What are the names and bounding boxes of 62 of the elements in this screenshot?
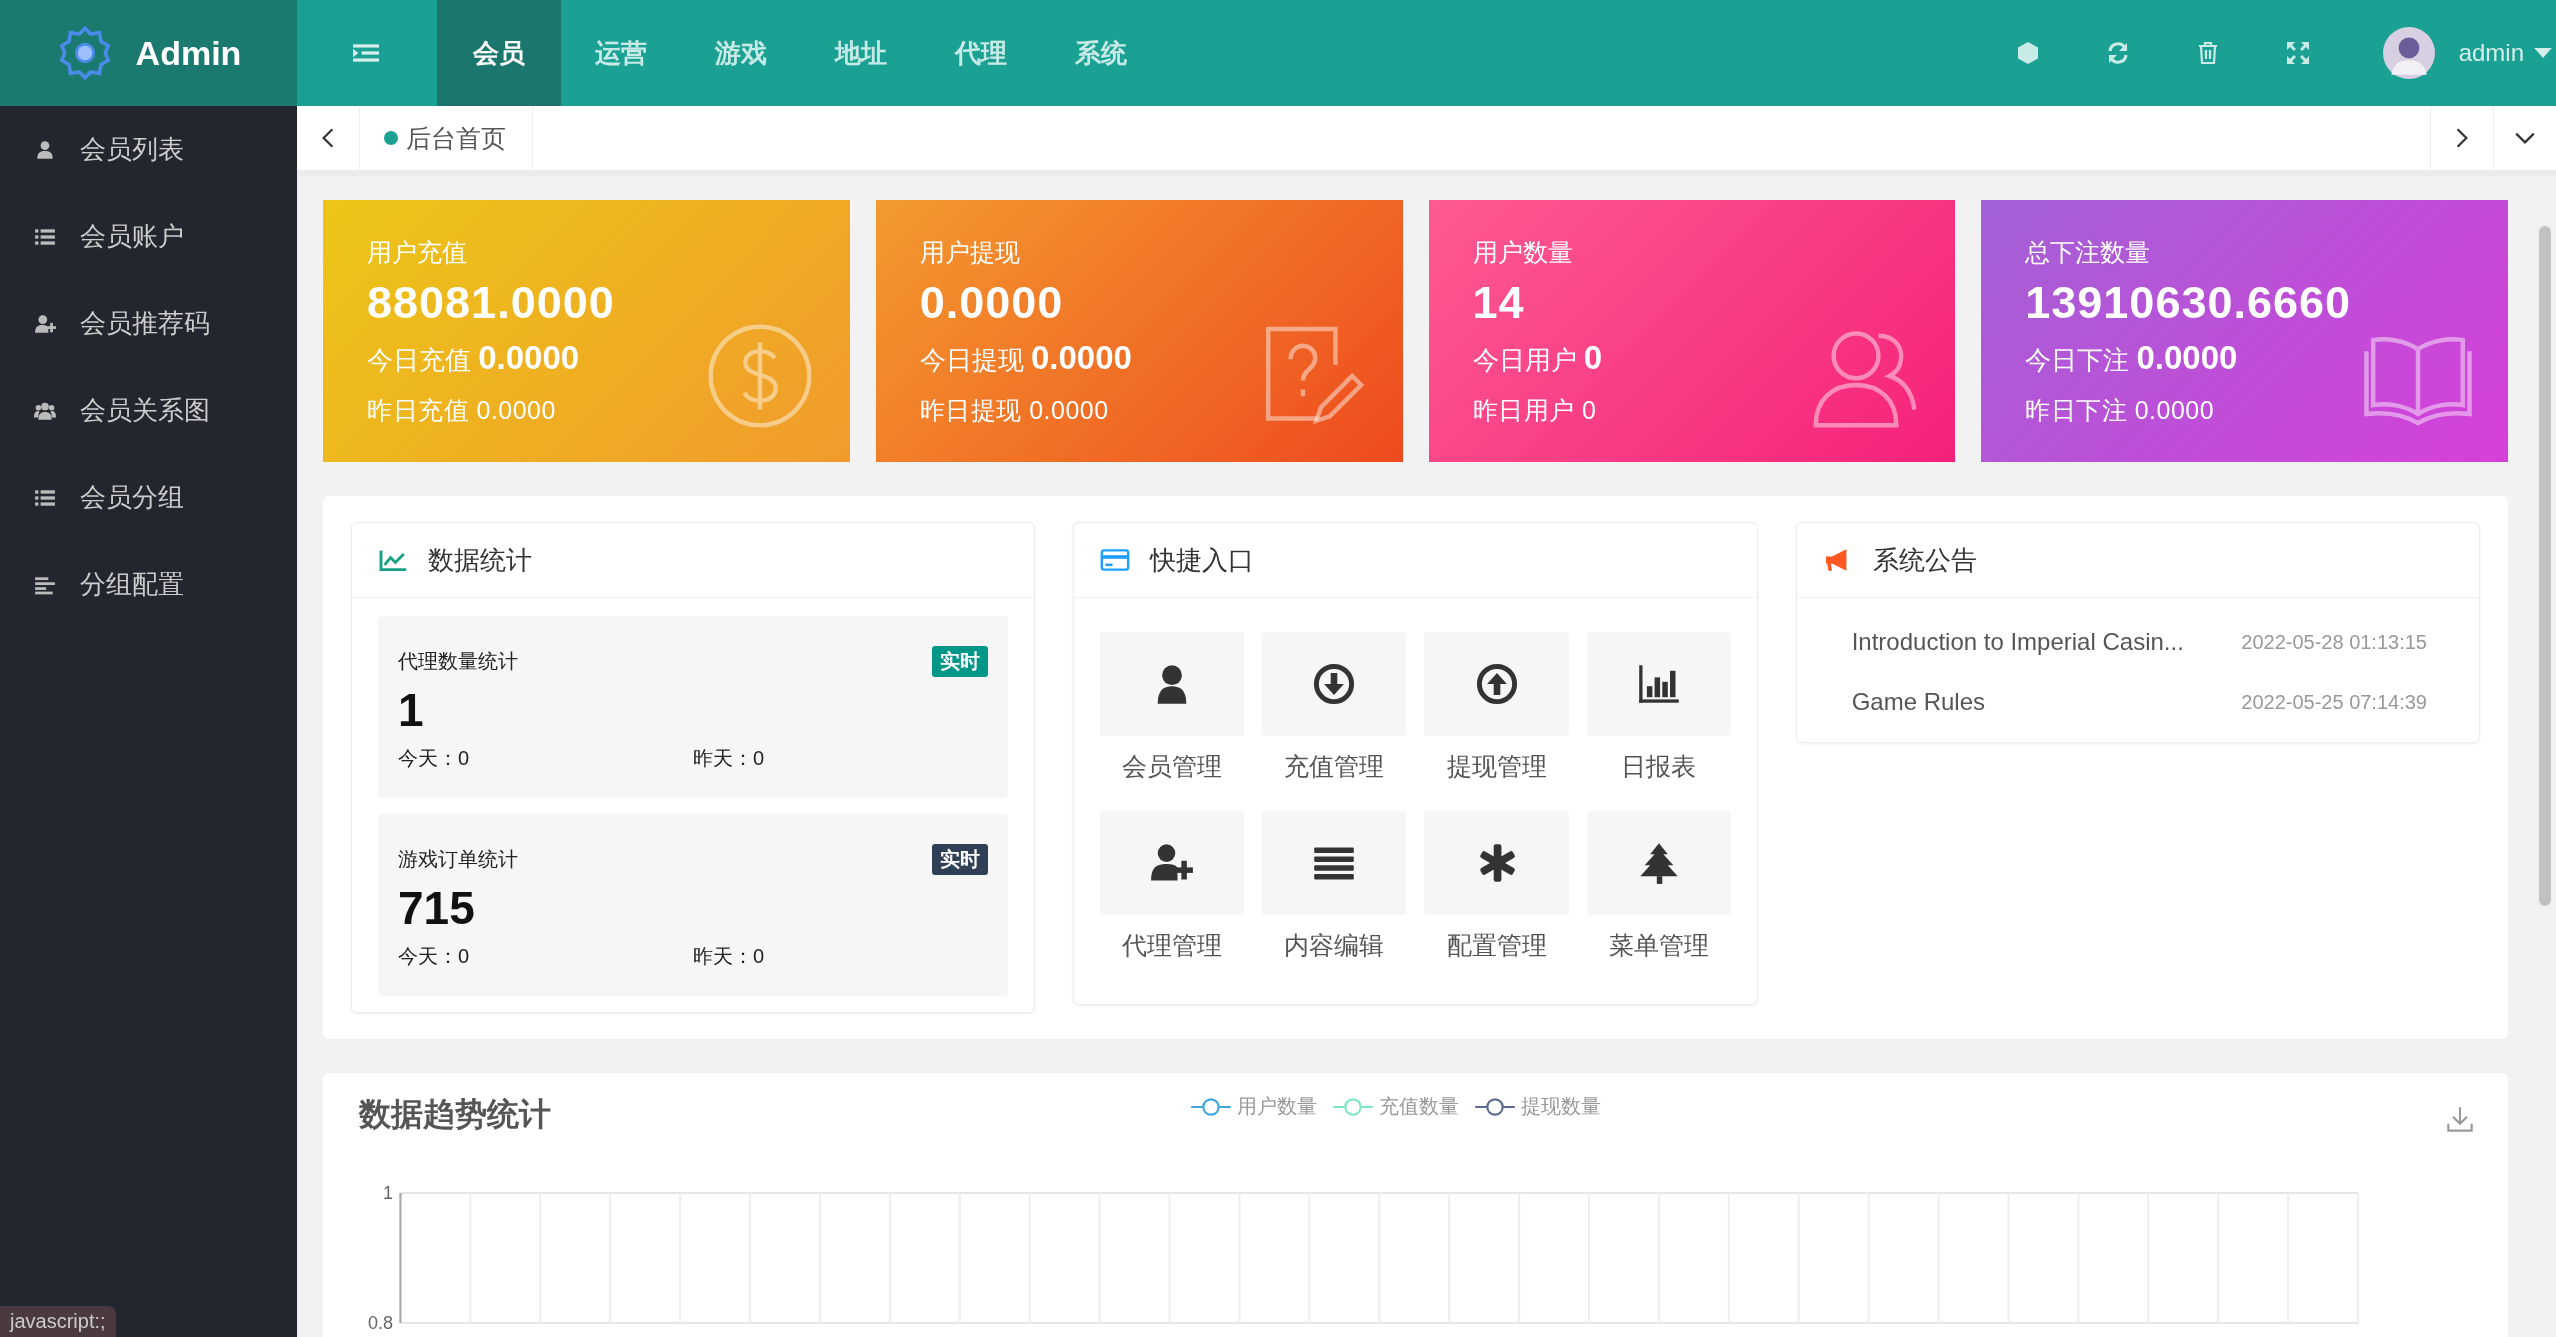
trend-line-icon — [378, 548, 408, 572]
sidebar-item[interactable]: 会员账户 — [0, 193, 297, 280]
chart-title: 数据趋势统计 — [359, 1095, 551, 1134]
card-value: 13910630.6660 — [2025, 276, 2352, 329]
credit-card-icon — [1100, 548, 1131, 572]
nav-tab[interactable]: 会员 — [437, 0, 561, 106]
brand-name: Admin — [135, 33, 242, 73]
notice-date: 2022-05-28 01:13:15 — [2241, 630, 2428, 654]
sidebar-item[interactable]: 会员关系图 — [0, 367, 297, 454]
chevron-right-icon — [2455, 127, 2469, 149]
card-value: 0.0000 — [919, 276, 1065, 329]
today-count: 今天：0 — [398, 746, 471, 771]
tile-value: 1 — [398, 683, 425, 737]
avatar[interactable] — [2382, 27, 2435, 79]
tile-title: 代理数量统计 — [398, 649, 518, 674]
bar-chart-icon — [1636, 662, 1681, 706]
axis-tick-label: 0.8 — [367, 1313, 393, 1333]
chevron-down-icon — [2514, 131, 2536, 145]
yesterday-stat: 昨日下注 0.0000 — [2025, 394, 2216, 426]
yesterday-stat: 昨日提现 0.0000 — [919, 394, 1110, 426]
yesterday-stat: 昨日用户 0 — [1472, 394, 1598, 426]
card-title: 用户提现 — [919, 236, 1021, 268]
yesterday-stat: 昨日充值 0.0000 — [367, 394, 557, 426]
today-stat: 今日充值 0.0000 — [367, 338, 581, 378]
user-icon — [34, 138, 56, 161]
caret-icon[interactable] — [2534, 48, 2552, 58]
sidebar-item[interactable]: 会员列表 — [0, 106, 297, 193]
axis-tick-label: 1 — [383, 1183, 393, 1203]
card-title: 用户数量 — [1472, 236, 1574, 268]
realtime-badge: 实时 — [932, 646, 989, 677]
chevron-left-icon — [321, 127, 335, 149]
yesterday-count: 昨天：0 — [693, 746, 766, 771]
realtime-badge: 实时 — [932, 844, 989, 875]
page-tab[interactable]: 后台首页 — [360, 106, 533, 170]
sidebar-item[interactable]: 会员分组 — [0, 454, 297, 541]
yesterday-count: 昨天：0 — [693, 944, 766, 969]
notice-link[interactable]: Game Rules — [1851, 688, 1986, 716]
sidebar-item[interactable]: 分组配置 — [0, 541, 297, 628]
today-count: 今天：0 — [398, 944, 471, 969]
notice-link[interactable]: Introduction to Imperial Casin... — [1851, 628, 2184, 656]
card-value: 88081.0000 — [367, 276, 615, 329]
today-stat: 今日下注 0.0000 — [2025, 338, 2239, 378]
tile-value: 715 — [398, 881, 476, 935]
download-icon[interactable] — [2446, 1105, 2474, 1133]
card-title: 用户充值 — [367, 236, 468, 268]
tile-title: 游戏订单统计 — [398, 847, 518, 872]
fullscreen-icon[interactable] — [2285, 41, 2310, 65]
card-value: 14 — [1472, 276, 1526, 329]
card-heading: 系统公告 — [1872, 543, 1977, 577]
menu-collapse-icon[interactable] — [353, 42, 379, 64]
sidebar-item[interactable]: 会员推荐码 — [0, 280, 297, 367]
hexagon-icon[interactable] — [2015, 41, 2040, 65]
card-title: 总下注数量 — [2025, 236, 2152, 268]
upload-circle-icon — [1474, 662, 1519, 706]
today-stat: 今日提现 0.0000 — [919, 338, 1132, 378]
notice-date: 2022-05-25 07:14:39 — [2241, 690, 2428, 714]
today-stat: 今日用户 0 — [1472, 338, 1603, 378]
download-circle-icon — [1312, 662, 1357, 706]
user-plus-icon — [34, 312, 56, 335]
status-bar: javascript:; — [0, 1306, 116, 1337]
card-heading: 数据统计 — [428, 543, 532, 577]
card-heading: 快捷入口 — [1150, 543, 1255, 577]
